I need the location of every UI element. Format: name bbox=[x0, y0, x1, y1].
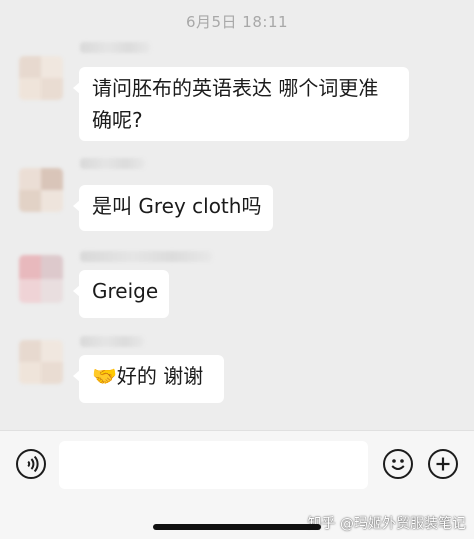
home-indicator[interactable] bbox=[153, 524, 321, 530]
handshake-emoji: 🤝 bbox=[92, 364, 117, 388]
avatar[interactable] bbox=[19, 56, 63, 100]
message-input[interactable] bbox=[59, 441, 368, 489]
message-bubble[interactable]: 🤝好的 谢谢 bbox=[73, 355, 224, 403]
message-text: 确呢? bbox=[92, 108, 143, 132]
message-text: 是叫 Grey cloth吗 bbox=[92, 194, 262, 218]
message-bubble[interactable]: 请问胚布的英语表达 哪个词更准 确呢? bbox=[73, 67, 409, 141]
message-bubble[interactable]: Greige bbox=[73, 270, 169, 318]
voice-button[interactable] bbox=[16, 449, 46, 479]
sender-name-blurred bbox=[80, 251, 212, 262]
chat-area[interactable]: 6月5日 18:11 请问胚布的英语表达 哪个词更准 确呢? 是叫 Grey c… bbox=[0, 0, 474, 430]
more-button[interactable] bbox=[428, 449, 458, 479]
avatar[interactable] bbox=[19, 340, 63, 384]
message-text: 🤝好的 谢谢 bbox=[92, 364, 204, 388]
sender-name-blurred bbox=[80, 42, 150, 53]
message-bubble[interactable]: 是叫 Grey cloth吗 bbox=[73, 185, 273, 231]
watermark: 知乎 @玛姬外贸服装笔记 bbox=[307, 516, 466, 532]
message-text: 请问胚布的英语表达 哪个词更准 bbox=[92, 76, 379, 100]
avatar[interactable] bbox=[19, 168, 63, 212]
message-timestamp: 6月5日 18:11 bbox=[185, 13, 289, 31]
sender-name-blurred bbox=[80, 158, 145, 169]
sender-name-blurred bbox=[80, 336, 144, 347]
chat-input-bar: 知乎 @玛姬外贸服装笔记 bbox=[0, 430, 474, 539]
voice-icon bbox=[27, 455, 39, 473]
avatar[interactable] bbox=[19, 255, 63, 303]
plus-icon bbox=[436, 457, 450, 471]
smiley-icon bbox=[391, 459, 405, 470]
message-text: Greige bbox=[92, 279, 159, 303]
emoji-button[interactable] bbox=[383, 449, 413, 479]
